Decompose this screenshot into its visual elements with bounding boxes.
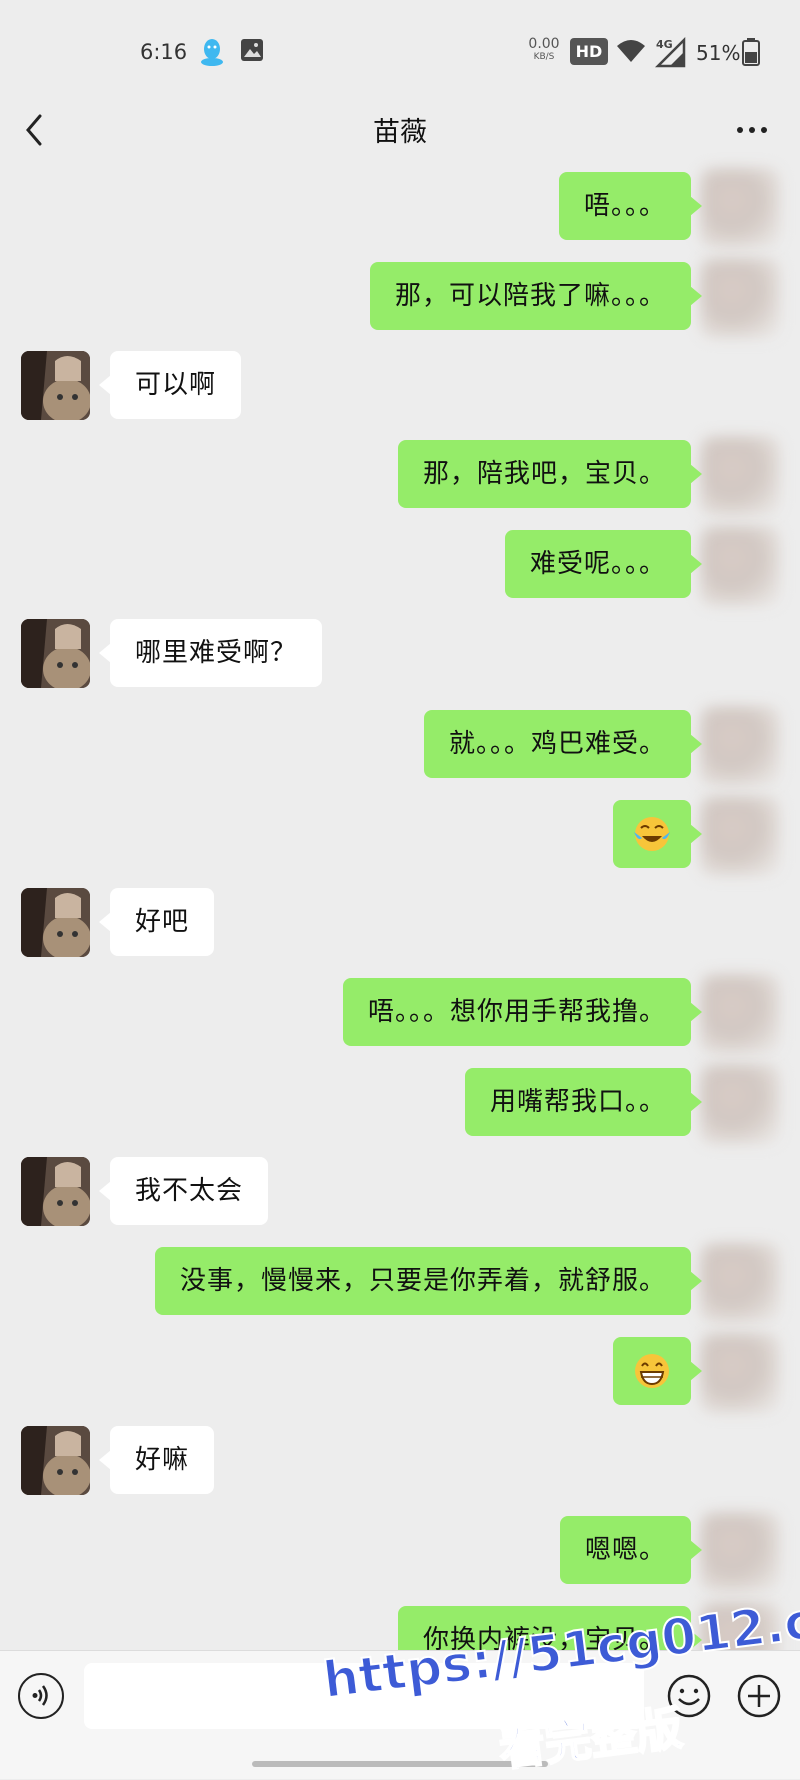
message-bubble-sent[interactable]: 唔。。。想你用手帮我撸。 xyxy=(342,978,703,1046)
cat-photo-icon xyxy=(21,351,90,420)
hd-badge: HD xyxy=(570,38,608,65)
message-bubble-sent[interactable]: 那，可以陪我了嘛。。。 xyxy=(369,262,703,330)
message-bubble-received[interactable]: 好嘛 xyxy=(98,1426,215,1494)
emoji-button[interactable] xyxy=(666,1673,712,1719)
cat-photo-icon xyxy=(21,1157,90,1226)
voice-icon xyxy=(32,1685,48,1706)
signal-icon: 4G xyxy=(654,36,688,72)
self-avatar[interactable] xyxy=(700,796,780,876)
self-avatar[interactable] xyxy=(700,168,780,248)
network-speed-value: 0.00 xyxy=(528,36,560,52)
network-speed-unit: KB/S xyxy=(533,52,555,62)
more-button[interactable] xyxy=(726,100,786,160)
self-avatar[interactable] xyxy=(700,436,780,516)
chat-header: 苗薇 xyxy=(0,100,800,160)
contact-avatar[interactable] xyxy=(21,351,90,420)
message-bubble-received[interactable]: 哪里难受啊？ xyxy=(98,619,323,687)
smiley-icon xyxy=(667,1674,711,1718)
chat-input-bar xyxy=(0,1650,800,1779)
grinning-emoji-icon xyxy=(635,1354,669,1388)
contact-avatar[interactable] xyxy=(21,1157,90,1226)
contact-avatar[interactable] xyxy=(21,619,90,688)
wifi-icon xyxy=(616,38,646,68)
message-bubble-sent[interactable]: 没事，慢慢来，只要是你弄着，就舒服。 xyxy=(154,1247,703,1315)
message-bubble-received[interactable]: 我不太会 xyxy=(98,1157,269,1225)
message-bubble-sent[interactable] xyxy=(613,1337,702,1405)
qq-icon xyxy=(200,38,224,70)
self-avatar[interactable] xyxy=(700,1333,780,1413)
back-button[interactable] xyxy=(14,100,70,160)
home-indicator[interactable] xyxy=(252,1761,548,1767)
self-avatar[interactable] xyxy=(700,258,780,338)
cat-photo-icon xyxy=(21,1426,90,1495)
message-bubble-received[interactable]: 好吧 xyxy=(98,888,215,956)
status-time: 6:16 xyxy=(140,40,188,64)
plus-icon xyxy=(737,1674,781,1718)
cat-photo-icon xyxy=(21,619,90,688)
message-bubble-sent[interactable]: 那，陪我吧，宝贝。 xyxy=(397,440,703,508)
image-icon xyxy=(240,38,264,66)
message-bubble-sent[interactable]: 难受呢。。。 xyxy=(504,530,703,598)
self-avatar[interactable] xyxy=(700,526,780,606)
cat-photo-icon xyxy=(21,888,90,957)
battery-icon xyxy=(742,38,760,70)
message-bubble-sent[interactable] xyxy=(613,800,702,868)
battery-percent: 51% xyxy=(696,41,741,65)
contact-avatar[interactable] xyxy=(21,888,90,957)
network-speed: 0.00 KB/S xyxy=(526,36,562,64)
message-input[interactable] xyxy=(84,1663,644,1729)
plus-button[interactable] xyxy=(736,1673,782,1719)
message-bubble-sent[interactable]: 嗯嗯。 xyxy=(559,1516,703,1584)
chat-title: 苗薇 xyxy=(373,117,427,148)
message-bubble-sent[interactable]: 唔。。。 xyxy=(558,172,703,240)
contact-avatar[interactable] xyxy=(21,1426,90,1495)
crying-laughing-emoji-icon xyxy=(634,817,670,851)
more-dots-icon xyxy=(737,127,767,133)
message-bubble-sent[interactable]: 用嘴帮我口。。 xyxy=(464,1068,703,1136)
self-avatar[interactable] xyxy=(700,1243,780,1323)
status-bar: 6:16 0.00 KB/S HD 4G 51% xyxy=(0,0,800,100)
self-avatar[interactable] xyxy=(700,1064,780,1144)
self-avatar[interactable] xyxy=(700,1512,780,1592)
network-type-label: 4G xyxy=(656,38,673,51)
message-bubble-received[interactable]: 可以啊 xyxy=(98,351,242,419)
self-avatar[interactable] xyxy=(700,706,780,786)
message-bubble-sent[interactable]: 就。。。鸡巴难受。 xyxy=(423,710,703,778)
chevron-left-icon xyxy=(26,114,42,146)
voice-button[interactable] xyxy=(18,1673,64,1719)
self-avatar[interactable] xyxy=(700,974,780,1054)
